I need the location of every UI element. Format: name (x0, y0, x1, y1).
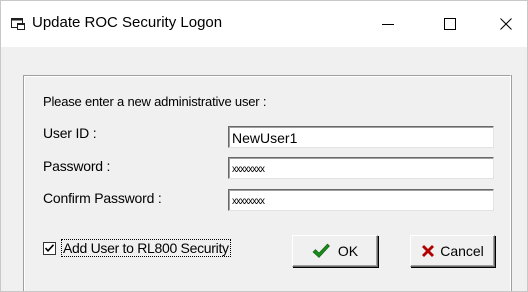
minimize-icon (382, 18, 394, 30)
checkmark-icon (312, 243, 330, 259)
checkbox-box[interactable] (43, 241, 56, 255)
maximize-icon (444, 18, 456, 30)
checkmark-tick-icon (45, 243, 54, 252)
add-user-checkbox-label[interactable]: Add User to RL800 Security (61, 239, 231, 257)
cancel-button[interactable]: Cancel (410, 235, 495, 267)
maximize-button[interactable] (427, 1, 473, 47)
x-mark-icon (421, 244, 435, 258)
ok-button[interactable]: OK (292, 235, 378, 267)
cancel-button-label: Cancel (440, 243, 484, 259)
confirm-password-input[interactable] (228, 189, 494, 211)
minimize-button[interactable] (365, 1, 411, 47)
ok-button-label: OK (337, 243, 359, 259)
update-roc-security-logon-dialog: Update ROC Security Logon Please enter a… (0, 0, 528, 292)
add-user-checkbox[interactable]: Add User to RL800 Security (43, 238, 231, 258)
user-id-input[interactable] (228, 126, 494, 148)
password-input[interactable] (228, 157, 494, 179)
password-label: Password : (43, 158, 111, 174)
instructions-text: Please enter a new administrative user : (43, 94, 267, 109)
user-id-label: User ID : (43, 125, 97, 141)
close-icon (500, 18, 512, 30)
app-window-icon (10, 16, 26, 32)
close-button[interactable] (483, 1, 527, 47)
confirm-password-label: Confirm Password : (43, 190, 162, 206)
title-bar[interactable]: Update ROC Security Logon (1, 1, 527, 47)
window-title: Update ROC Security Logon (32, 14, 223, 31)
